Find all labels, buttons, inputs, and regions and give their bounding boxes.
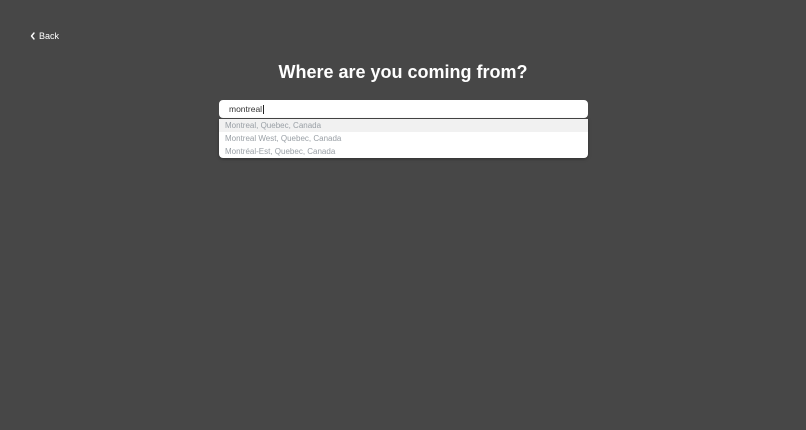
location-search-input[interactable]: montreal bbox=[219, 100, 588, 118]
suggestion-item[interactable]: Montréal-Est, Quebec, Canada bbox=[219, 145, 588, 158]
suggestion-item[interactable]: Montreal West, Quebec, Canada bbox=[219, 132, 588, 145]
suggestion-list: Montreal, Quebec, Canada Montreal West, … bbox=[219, 119, 588, 158]
chevron-left-icon bbox=[29, 31, 36, 41]
back-label: Back bbox=[39, 31, 60, 41]
text-caret bbox=[262, 104, 264, 114]
location-search: montreal Montreal, Quebec, Canada Montre… bbox=[219, 100, 588, 158]
back-button[interactable]: Back bbox=[29, 31, 59, 41]
page-title: Where are you coming from? bbox=[278, 62, 528, 82]
suggestion-item[interactable]: Montreal, Quebec, Canada bbox=[219, 119, 588, 132]
search-input-value: montreal bbox=[229, 104, 263, 114]
